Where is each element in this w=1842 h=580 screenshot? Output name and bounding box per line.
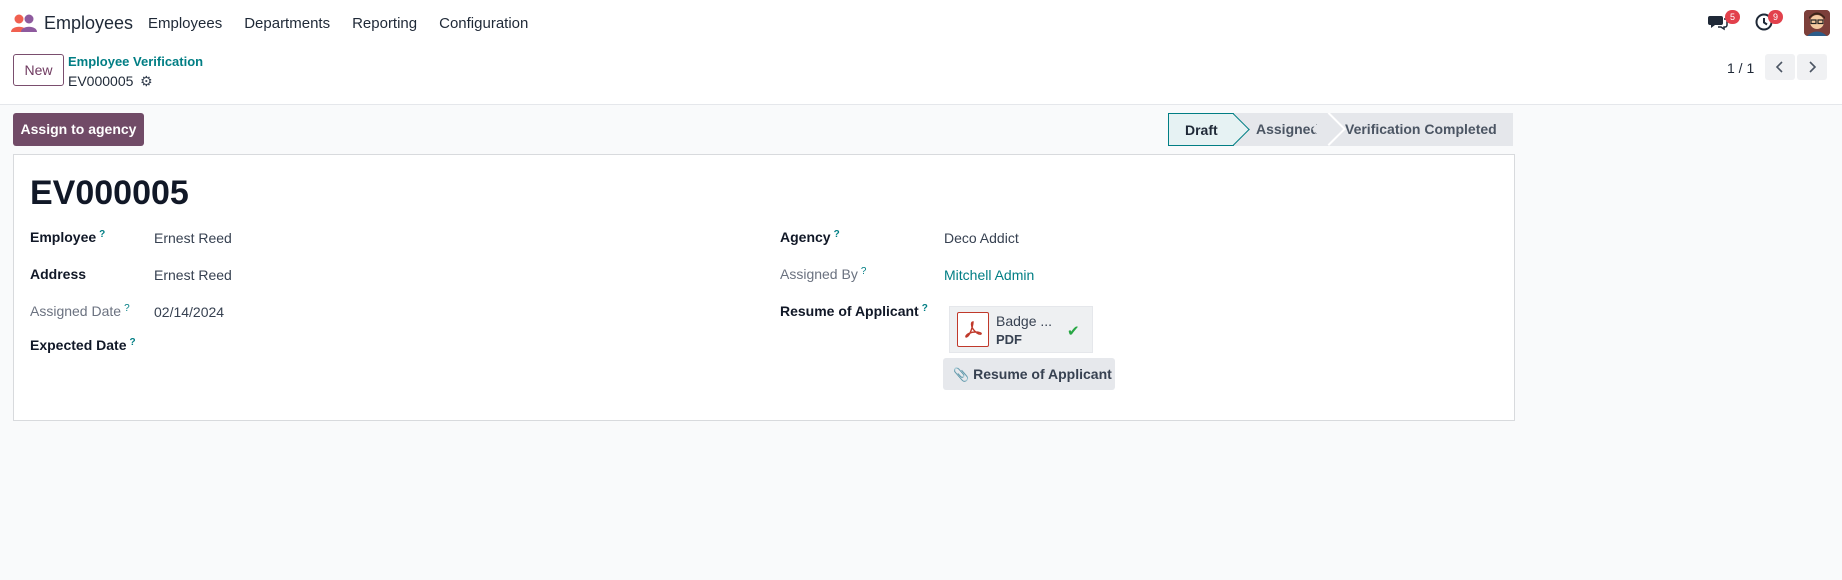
help-icon[interactable]: ?	[922, 303, 928, 314]
employee-field[interactable]: Ernest Reed	[154, 230, 232, 246]
assigned-date-label: Assigned Date?	[30, 303, 130, 319]
stage-verification-completed[interactable]: Verification Completed	[1330, 113, 1513, 146]
help-icon[interactable]: ?	[861, 266, 867, 277]
resume-label: Resume of Applicant?	[780, 303, 928, 319]
record-title: EV000005	[30, 174, 189, 212]
menu-departments[interactable]: Departments	[244, 15, 330, 32]
control-panel: New Employee Verification EV000005 ⚙ 1 /…	[0, 47, 1842, 105]
avatar-icon	[1804, 10, 1830, 36]
assigned-by-label: Assigned By?	[780, 266, 867, 282]
agency-field[interactable]: Deco Addict	[944, 230, 1019, 246]
employees-app-icon[interactable]	[10, 13, 38, 33]
attachment-card[interactable]: Badge ... PDF ✔	[949, 306, 1093, 353]
menu-employees[interactable]: Employees	[148, 15, 222, 32]
chevron-left-icon	[1775, 61, 1783, 73]
user-avatar[interactable]	[1804, 10, 1830, 36]
activities-button[interactable]: 9	[1755, 10, 1783, 35]
address-label: Address	[30, 266, 87, 282]
employee-label: Employee?	[30, 229, 106, 245]
messages-button[interactable]: 5	[1708, 10, 1740, 35]
expected-date-field[interactable]	[154, 337, 454, 357]
app-title[interactable]: Employees	[44, 13, 133, 34]
pager-value[interactable]: 1 / 1	[1727, 60, 1754, 76]
help-icon[interactable]: ?	[124, 303, 130, 314]
menu-configuration[interactable]: Configuration	[439, 15, 528, 32]
top-navbar: Employees Employees Departments Reportin…	[0, 0, 1842, 47]
pager-previous-button[interactable]	[1765, 54, 1795, 80]
attachment-name: Badge ...	[996, 313, 1053, 329]
breadcrumb-current-record: EV000005	[68, 73, 134, 89]
gear-icon[interactable]: ⚙	[140, 73, 153, 90]
paperclip-icon: 📎	[953, 367, 970, 382]
assigned-date-field[interactable]: 02/14/2024	[154, 304, 224, 320]
help-icon[interactable]: ?	[99, 229, 105, 240]
menu-reporting[interactable]: Reporting	[352, 15, 417, 32]
breadcrumb-employee-verification[interactable]: Employee Verification	[68, 54, 203, 69]
messages-badge: 5	[1725, 10, 1740, 24]
form-sheet: EV000005 Employee? Ernest Reed Address E…	[13, 154, 1515, 421]
pdf-file-icon	[957, 312, 989, 347]
status-stages: Draft Assigned Verification Completed	[1168, 113, 1513, 146]
check-icon: ✔	[1067, 323, 1080, 340]
stage-draft[interactable]: Draft	[1168, 113, 1234, 146]
address-field[interactable]: Ernest Reed	[154, 267, 232, 283]
assign-to-agency-button[interactable]: Assign to agency	[13, 113, 144, 146]
attachment-extension: PDF	[996, 332, 1022, 347]
main-menu: Employees Departments Reporting Configur…	[148, 15, 550, 32]
upload-resume-button[interactable]: 📎 Resume of Applicant	[943, 358, 1115, 390]
pager-next-button[interactable]	[1797, 54, 1827, 80]
chevron-right-icon	[1809, 61, 1817, 73]
help-icon[interactable]: ?	[834, 229, 840, 240]
assigned-by-field[interactable]: Mitchell Admin	[944, 267, 1034, 283]
activities-badge: 9	[1768, 10, 1783, 24]
help-icon[interactable]: ?	[129, 337, 135, 348]
agency-label: Agency?	[780, 229, 840, 245]
expected-date-label: Expected Date?	[30, 337, 136, 353]
new-button[interactable]: New	[13, 54, 64, 86]
